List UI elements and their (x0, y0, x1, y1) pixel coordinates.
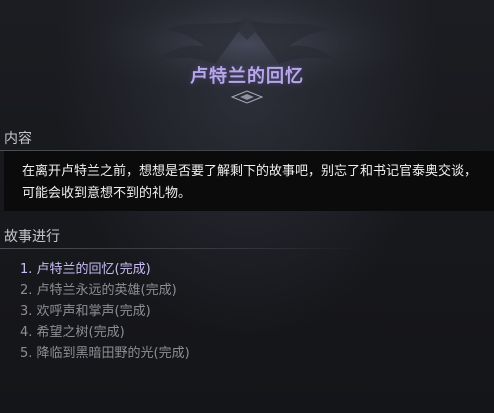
story-item[interactable]: 1. 卢特兰的回忆(完成) (20, 259, 190, 280)
panel-header: 卢特兰的回忆 (0, 0, 494, 110)
quest-panel: 卢特兰的回忆 内容 在离开卢特兰之前，想想是否要了解剩下的故事吧，别忘了和书记官… (0, 0, 494, 413)
story-item[interactable]: 2. 卢特兰永远的英雄(完成) (20, 280, 190, 301)
header-ornament-icon (57, 0, 437, 110)
story-divider (0, 248, 360, 249)
content-box: 在离开卢特兰之前，想想是否要了解剩下的故事吧，别忘了和书记官泰奥交谈，可能会收到… (4, 151, 494, 211)
story-item[interactable]: 3. 欢呼声和掌声(完成) (20, 301, 190, 322)
page-title: 卢特兰的回忆 (190, 66, 304, 87)
content-section-label: 内容 (4, 131, 32, 147)
story-section-label: 故事进行 (4, 229, 60, 245)
content-description: 在离开卢特兰之前，想想是否要了解剩下的故事吧，别忘了和书记官泰奥交谈，可能会收到… (22, 164, 478, 201)
story-progress-list: 1. 卢特兰的回忆(完成) 2. 卢特兰永远的英雄(完成) 3. 欢呼声和掌声(… (20, 259, 190, 364)
story-item[interactable]: 4. 希望之树(完成) (20, 322, 190, 343)
story-item[interactable]: 5. 降临到黑暗田野的光(完成) (20, 343, 190, 364)
